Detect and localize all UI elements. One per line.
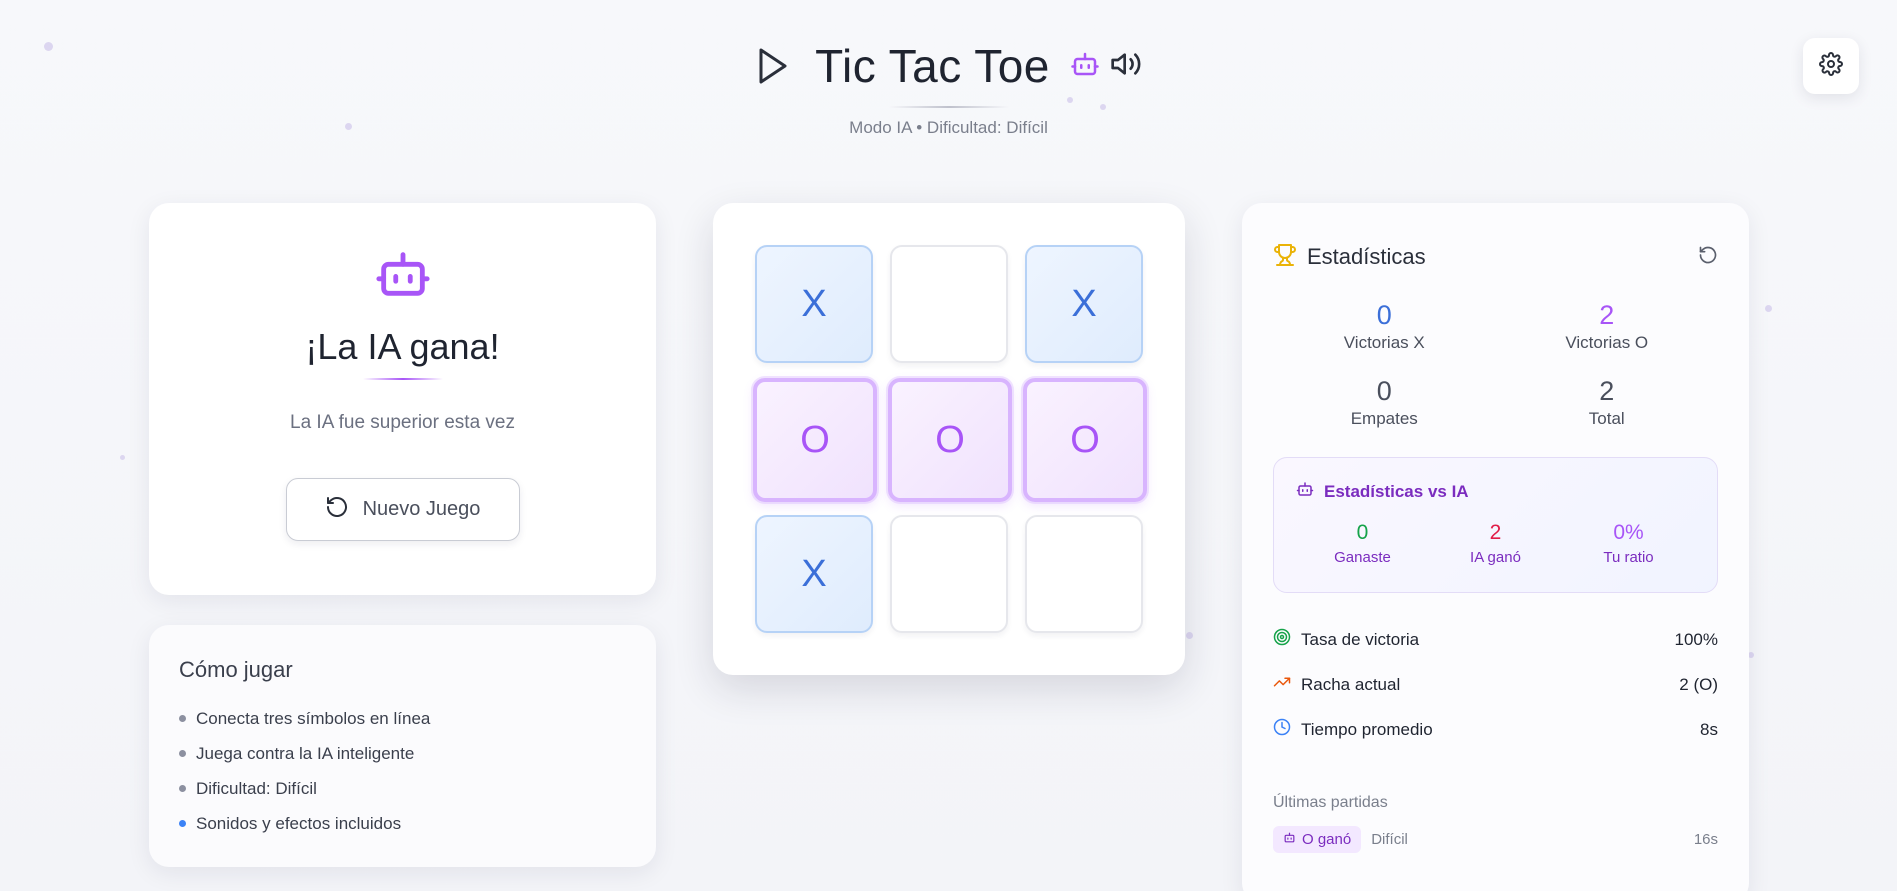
stat-total: 2 Total <box>1496 375 1719 429</box>
stat-wins-o: 2 Victorias O <box>1496 299 1719 353</box>
list-item-text: Dificultad: Difícil <box>196 778 317 798</box>
board-cell-6[interactable]: O <box>1023 378 1147 502</box>
stat-value: 2 <box>1599 300 1615 330</box>
metric-label: Racha actual <box>1301 674 1401 694</box>
metric-value: 8s <box>1700 719 1718 739</box>
stat-value: 0 <box>1376 376 1392 406</box>
stat-label: IA ganó <box>1470 549 1521 566</box>
board-cell-9[interactable] <box>1025 515 1143 633</box>
statistics-panel: Estadísticas 0 Victorias X 2 Victorias O… <box>1242 203 1749 891</box>
stat-value: 0% <box>1613 521 1644 544</box>
ai-stat-you-won: 0 Ganaste <box>1296 521 1429 566</box>
statistics-title: Estadísticas <box>1307 244 1426 269</box>
game-result-card: ¡La IA gana! La IA fue superior esta vez… <box>149 203 656 595</box>
page-title: Tic Tac Toe <box>815 40 1050 92</box>
list-item: Dificultad: Difícil <box>179 771 626 806</box>
settings-button[interactable] <box>1803 38 1859 94</box>
stat-value: 0 <box>1376 300 1392 330</box>
board-cell-4[interactable]: O <box>753 378 877 502</box>
stat-label: Victorias X <box>1343 333 1425 352</box>
robot-icon <box>1296 480 1314 503</box>
stat-label: Tu ratio <box>1603 549 1654 566</box>
stat-wins-x: 0 Victorias X <box>1273 299 1496 353</box>
stat-value: 0 <box>1356 521 1369 544</box>
robot-icon <box>149 245 656 308</box>
reset-stats-icon[interactable] <box>1698 245 1718 270</box>
board-cell-8[interactable] <box>890 515 1008 633</box>
result-divider <box>362 378 443 380</box>
stat-label: Empates <box>1350 409 1418 428</box>
stat-label: Victorias O <box>1565 333 1649 352</box>
volume-icon[interactable] <box>1110 48 1142 85</box>
list-item-text: Conecta tres símbolos en línea <box>196 708 431 728</box>
play-icon[interactable] <box>755 46 791 86</box>
list-item-text: Juega contra la IA inteligente <box>196 743 415 763</box>
result-message: La IA fue superior esta vez <box>290 412 515 433</box>
game-board: X X O O O X <box>713 203 1185 675</box>
stat-label: Ganaste <box>1334 549 1391 566</box>
clock-icon <box>1273 718 1291 741</box>
new-game-button[interactable]: Nuevo Juego <box>285 478 520 541</box>
ai-stat-ai-won: 2 IA ganó <box>1429 521 1562 566</box>
list-item-text: Sonidos y efectos incluidos <box>196 813 402 833</box>
target-icon <box>1273 628 1291 651</box>
bullet-icon <box>179 715 186 722</box>
list-item: Juega contra la IA inteligente <box>179 736 626 771</box>
bullet-icon <box>179 750 186 757</box>
background-dot <box>120 455 125 460</box>
new-game-label: Nuevo Juego <box>362 498 481 520</box>
board-cell-3[interactable]: X <box>1025 245 1143 363</box>
ai-stats-title: Estadísticas vs IA <box>1324 481 1469 501</box>
recent-game-row: O ganó Difícil 16s <box>1273 826 1718 853</box>
metric-streak: Racha actual 2 (O) <box>1273 662 1718 707</box>
background-dot <box>1186 632 1193 639</box>
board-cell-5[interactable]: O <box>888 378 1012 502</box>
list-item: Conecta tres símbolos en línea <box>179 701 626 736</box>
metric-label: Tiempo promedio <box>1301 719 1433 739</box>
bullet-icon <box>179 820 186 827</box>
board-cell-1[interactable]: X <box>755 245 873 363</box>
metric-avg-time: Tiempo promedio 8s <box>1273 707 1718 752</box>
stat-value: 2 <box>1599 376 1615 406</box>
metric-value: 2 (O) <box>1679 674 1718 694</box>
metric-value: 100% <box>1674 629 1718 649</box>
stat-draws: 0 Empates <box>1273 375 1496 429</box>
list-item: Sonidos y efectos incluidos <box>179 806 626 841</box>
result-badge: O ganó <box>1273 826 1362 853</box>
badge-label: O ganó <box>1302 831 1352 848</box>
background-dot <box>1765 305 1772 312</box>
ai-stats-box: Estadísticas vs IA 0 Ganaste 2 IA ganó 0… <box>1273 457 1718 593</box>
recent-difficulty: Difícil <box>1371 831 1408 848</box>
title-divider <box>888 106 1009 108</box>
metric-label: Tasa de victoria <box>1301 629 1420 649</box>
game-mode-subtitle: Modo IA • Dificultad: Difícil <box>849 118 1048 137</box>
trending-up-icon <box>1273 673 1291 696</box>
stat-label: Total <box>1588 409 1625 428</box>
stat-value: 2 <box>1489 521 1502 544</box>
recent-time: 16s <box>1693 831 1718 848</box>
result-title: ¡La IA gana! <box>305 326 500 367</box>
metric-win-rate: Tasa de victoria 100% <box>1273 617 1718 662</box>
robot-icon <box>1283 831 1296 848</box>
how-to-play-title: Cómo jugar <box>179 657 293 682</box>
bullet-icon <box>179 785 186 792</box>
gear-icon <box>1819 51 1843 81</box>
ai-stat-ratio: 0% Tu ratio <box>1562 521 1695 566</box>
trophy-icon <box>1273 243 1297 272</box>
how-to-play-card: Cómo jugar Conecta tres símbolos en líne… <box>149 625 656 867</box>
board-cell-7[interactable]: X <box>755 515 873 633</box>
board-cell-2[interactable] <box>890 245 1008 363</box>
restart-icon <box>325 495 349 525</box>
how-to-play-list: Conecta tres símbolos en línea Juega con… <box>179 701 626 841</box>
robot-icon <box>1070 49 1100 84</box>
recent-games-title: Últimas partidas <box>1273 794 1388 811</box>
page-header: Tic Tac Toe Modo IA • Dificultad: Difíci… <box>0 38 1897 158</box>
